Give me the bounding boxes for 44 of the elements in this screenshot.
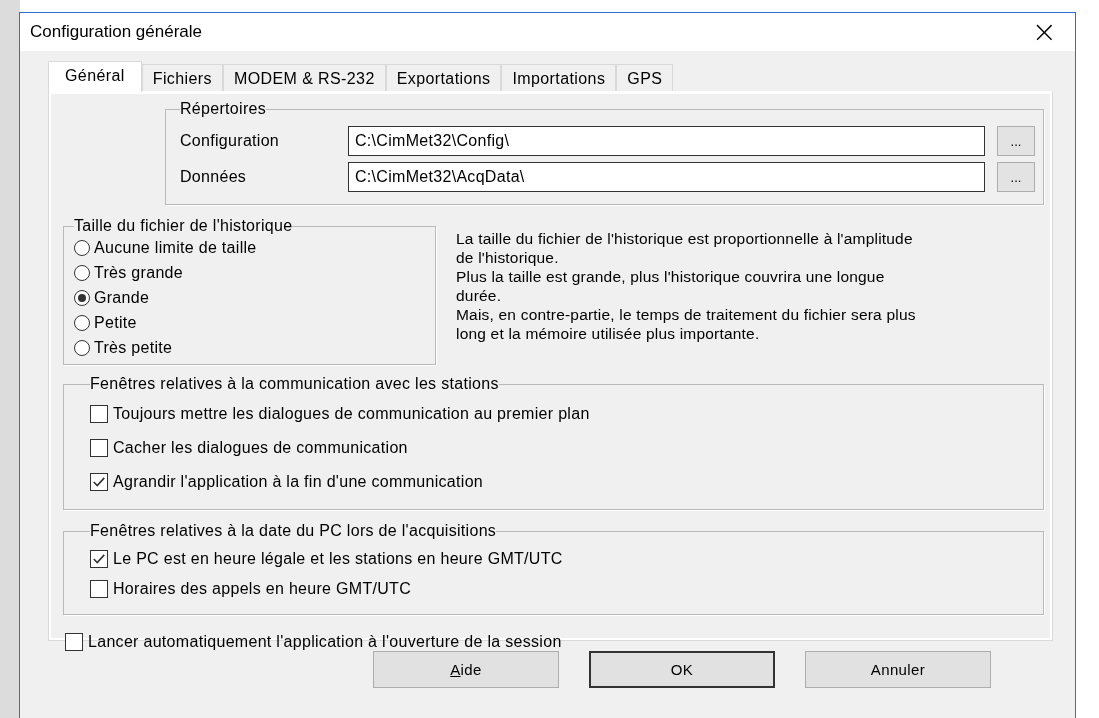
checkbox-label[interactable]: Toujours mettre les dialogues de communication au premier plan [113, 405, 590, 423]
radio-button[interactable] [74, 264, 90, 281]
path-field[interactable]: C:\CimMet32\Config\ [348, 126, 985, 156]
checkbox-label[interactable]: Horaires des appels en heure GMT/UTC [113, 580, 412, 598]
description-text: La taille du fichier de l'historique est proportionnelle à l'amplitude de l'historique. Plus la taille est grande, plus l'historique couvrira une longue durée. Mais, en contre-partie, le temps de traitement du fichier sera plus long et la mémoire utilisée plus importante. [456, 229, 917, 344]
checkbox-label[interactable]: Lancer automatiquement l'application à l'ouverture de la session [88, 633, 562, 651]
radio-button[interactable] [74, 239, 90, 256]
checkbox[interactable] [90, 473, 108, 491]
checkbox[interactable] [90, 405, 108, 423]
radio-label[interactable]: Aucune limite de taille [94, 238, 257, 257]
checkbox[interactable] [90, 439, 108, 457]
group-title: Fenêtres relatives à la communication avec les stations [90, 375, 499, 393]
checkbox[interactable] [90, 580, 108, 598]
checkbox[interactable] [90, 550, 108, 568]
tab[interactable]: Fichiers [141, 64, 223, 91]
radio-label[interactable]: Très grande [94, 263, 183, 282]
tab[interactable]: Général [48, 61, 142, 92]
group-title: Taille du fichier de l'historique [74, 217, 293, 235]
dialog-button[interactable]: Annuler [805, 651, 991, 688]
tab[interactable]: MODEM & RS-232 [222, 64, 386, 91]
group-title: Fenêtres relatives à la date du PC lors de l'acquisitions [90, 522, 497, 540]
path-field[interactable]: C:\CimMet32\AcqData\ [348, 162, 985, 192]
field-label: Données [180, 168, 248, 186]
radio-label[interactable]: Petite [94, 313, 137, 332]
field-label: Configuration [180, 132, 281, 150]
tab[interactable]: GPS [616, 64, 674, 91]
tab[interactable]: Exportations [385, 64, 502, 91]
radio-label[interactable]: Grande [94, 288, 150, 307]
window-title: Configuration générale [30, 22, 202, 42]
group-title: Répertoires [180, 100, 266, 118]
radio-button[interactable] [74, 289, 90, 306]
checkbox[interactable] [65, 633, 83, 651]
close-button[interactable]: × [1013, 17, 1075, 47]
radio-label[interactable]: Très petite [94, 338, 173, 357]
checkbox-label[interactable]: Agrandir l'application à la fin d'une communication [113, 473, 484, 491]
dialog-button[interactable]: Aide [373, 651, 559, 688]
browse-button[interactable]: ... [997, 126, 1035, 156]
checkbox-label[interactable]: Cacher les dialogues de communication [113, 439, 408, 457]
dialog-button[interactable]: OK [589, 651, 775, 688]
browse-button[interactable]: ... [997, 162, 1035, 192]
radio-button[interactable] [74, 339, 90, 356]
checkbox-label[interactable]: Le PC est en heure légale et les stations en heure GMT/UTC [113, 550, 563, 568]
radio-button[interactable] [74, 314, 90, 331]
tab[interactable]: Importations [501, 64, 617, 91]
